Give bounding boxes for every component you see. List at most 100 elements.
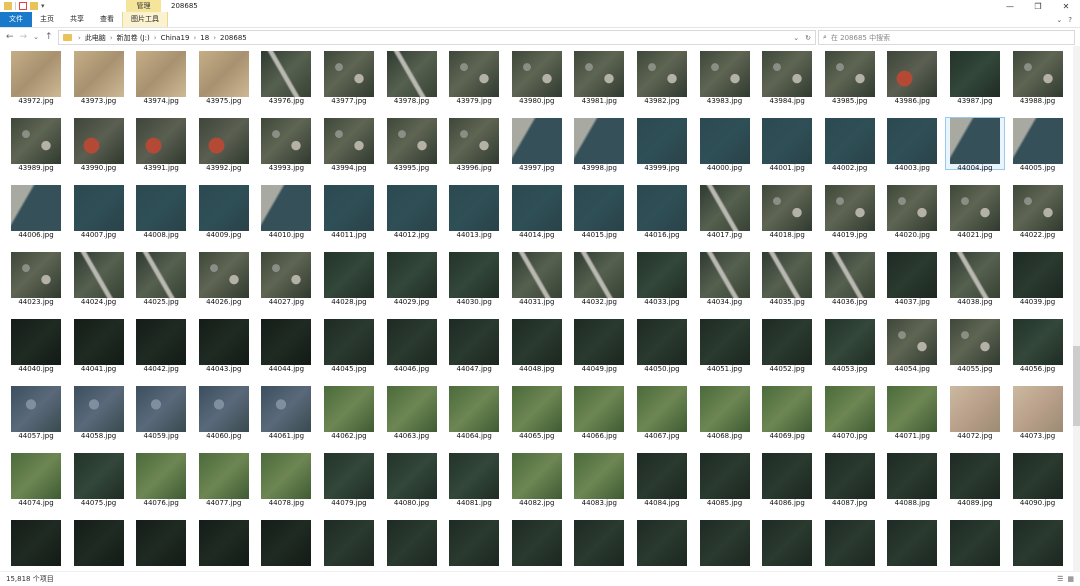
- file-item[interactable]: 44003.jpg: [883, 118, 941, 172]
- breadcrumb-18[interactable]: 18: [200, 34, 209, 42]
- file-item[interactable]: [508, 520, 566, 571]
- file-item[interactable]: 44007.jpg: [70, 185, 128, 239]
- file-item[interactable]: [758, 520, 816, 571]
- file-item[interactable]: 43979.jpg: [445, 51, 503, 105]
- file-item[interactable]: 44004.jpg: [944, 117, 1005, 172]
- file-item[interactable]: 43991.jpg: [132, 118, 190, 172]
- file-item[interactable]: 44008.jpg: [132, 185, 190, 239]
- search-box[interactable]: ⌕ 在 208685 中搜索: [818, 30, 1075, 45]
- file-item[interactable]: 43993.jpg: [257, 118, 315, 172]
- file-item[interactable]: 44063.jpg: [383, 386, 441, 440]
- file-item[interactable]: 44041.jpg: [70, 319, 128, 373]
- file-item[interactable]: 44058.jpg: [70, 386, 128, 440]
- file-item[interactable]: 44045.jpg: [320, 319, 378, 373]
- chevron-down-icon[interactable]: ⌄: [793, 34, 799, 42]
- file-item[interactable]: 44016.jpg: [633, 185, 691, 239]
- file-item[interactable]: 44042.jpg: [132, 319, 190, 373]
- file-item[interactable]: [132, 520, 190, 571]
- file-item[interactable]: [696, 520, 754, 571]
- breadcrumb-current-folder[interactable]: 208685: [220, 34, 247, 42]
- file-item[interactable]: 44065.jpg: [508, 386, 566, 440]
- file-item[interactable]: 44057.jpg: [7, 386, 65, 440]
- file-item[interactable]: 43980.jpg: [508, 51, 566, 105]
- breadcrumb-this-pc[interactable]: 此电脑: [85, 33, 106, 43]
- file-item[interactable]: 44048.jpg: [508, 319, 566, 373]
- tab-share[interactable]: 共享: [62, 12, 92, 27]
- file-item[interactable]: 44037.jpg: [883, 252, 941, 306]
- file-item[interactable]: 44030.jpg: [445, 252, 503, 306]
- file-item[interactable]: 44056.jpg: [1009, 319, 1067, 373]
- file-item[interactable]: 44085.jpg: [696, 453, 754, 507]
- file-item[interactable]: 44022.jpg: [1009, 185, 1067, 239]
- file-item[interactable]: 44011.jpg: [320, 185, 378, 239]
- file-item[interactable]: 43977.jpg: [320, 51, 378, 105]
- file-item[interactable]: 44000.jpg: [696, 118, 754, 172]
- file-item[interactable]: [7, 520, 65, 571]
- file-item[interactable]: 44020.jpg: [883, 185, 941, 239]
- file-item[interactable]: 44079.jpg: [320, 453, 378, 507]
- file-item[interactable]: 43974.jpg: [132, 51, 190, 105]
- file-item[interactable]: 44019.jpg: [821, 185, 879, 239]
- breadcrumb-china19[interactable]: China19: [161, 34, 190, 42]
- file-item[interactable]: 44009.jpg: [195, 185, 253, 239]
- file-item[interactable]: 44047.jpg: [445, 319, 503, 373]
- details-view-icon[interactable]: ☰: [1057, 575, 1063, 583]
- file-item[interactable]: 43972.jpg: [7, 51, 65, 105]
- file-item[interactable]: 44067.jpg: [633, 386, 691, 440]
- file-item[interactable]: 44081.jpg: [445, 453, 503, 507]
- file-item[interactable]: 44053.jpg: [821, 319, 879, 373]
- folder-icon[interactable]: [4, 2, 12, 10]
- file-item[interactable]: 44001.jpg: [758, 118, 816, 172]
- file-item[interactable]: 43983.jpg: [696, 51, 754, 105]
- chevron-right-icon[interactable]: ›: [154, 34, 157, 42]
- properties-icon[interactable]: [19, 2, 27, 10]
- file-item[interactable]: 43973.jpg: [70, 51, 128, 105]
- refresh-icon[interactable]: ↻: [805, 34, 811, 42]
- file-item[interactable]: 43981.jpg: [570, 51, 628, 105]
- file-item[interactable]: 44068.jpg: [696, 386, 754, 440]
- file-item[interactable]: 44029.jpg: [383, 252, 441, 306]
- file-item[interactable]: 44031.jpg: [508, 252, 566, 306]
- file-item[interactable]: 44069.jpg: [758, 386, 816, 440]
- file-item[interactable]: [1009, 520, 1067, 571]
- file-item[interactable]: 43997.jpg: [508, 118, 566, 172]
- file-item[interactable]: 44043.jpg: [195, 319, 253, 373]
- file-item[interactable]: 44062.jpg: [320, 386, 378, 440]
- file-item[interactable]: 44082.jpg: [508, 453, 566, 507]
- file-item[interactable]: 43994.jpg: [320, 118, 378, 172]
- file-item[interactable]: 44076.jpg: [132, 453, 190, 507]
- file-item[interactable]: 43988.jpg: [1009, 51, 1067, 105]
- file-item[interactable]: 43990.jpg: [70, 118, 128, 172]
- minimize-icon[interactable]: —: [996, 0, 1024, 12]
- file-item[interactable]: 44010.jpg: [257, 185, 315, 239]
- back-arrow-icon[interactable]: ←: [6, 32, 14, 42]
- file-item[interactable]: 44061.jpg: [257, 386, 315, 440]
- tab-home[interactable]: 主页: [32, 12, 62, 27]
- file-item[interactable]: [70, 520, 128, 571]
- file-item[interactable]: 44033.jpg: [633, 252, 691, 306]
- scrollbar-thumb[interactable]: [1073, 346, 1080, 426]
- file-item[interactable]: 44006.jpg: [7, 185, 65, 239]
- file-item[interactable]: 44002.jpg: [821, 118, 879, 172]
- chevron-right-icon[interactable]: ›: [193, 34, 196, 42]
- file-item[interactable]: 44035.jpg: [758, 252, 816, 306]
- file-item[interactable]: 44005.jpg: [1009, 118, 1067, 172]
- file-item[interactable]: 44032.jpg: [570, 252, 628, 306]
- file-item[interactable]: 44059.jpg: [132, 386, 190, 440]
- close-icon[interactable]: ✕: [1052, 0, 1080, 12]
- file-item[interactable]: 44034.jpg: [696, 252, 754, 306]
- file-item[interactable]: [883, 520, 941, 571]
- chevron-right-icon[interactable]: ›: [213, 34, 216, 42]
- file-item[interactable]: 44064.jpg: [445, 386, 503, 440]
- file-item[interactable]: 44077.jpg: [195, 453, 253, 507]
- file-item[interactable]: 44070.jpg: [821, 386, 879, 440]
- file-item[interactable]: 43986.jpg: [883, 51, 941, 105]
- file-item[interactable]: [320, 520, 378, 571]
- file-item[interactable]: [821, 520, 879, 571]
- file-item[interactable]: 43982.jpg: [633, 51, 691, 105]
- file-item[interactable]: 44071.jpg: [883, 386, 941, 440]
- file-item[interactable]: [946, 520, 1004, 571]
- file-item[interactable]: 43996.jpg: [445, 118, 503, 172]
- file-item[interactable]: 44060.jpg: [195, 386, 253, 440]
- file-item[interactable]: 44049.jpg: [570, 319, 628, 373]
